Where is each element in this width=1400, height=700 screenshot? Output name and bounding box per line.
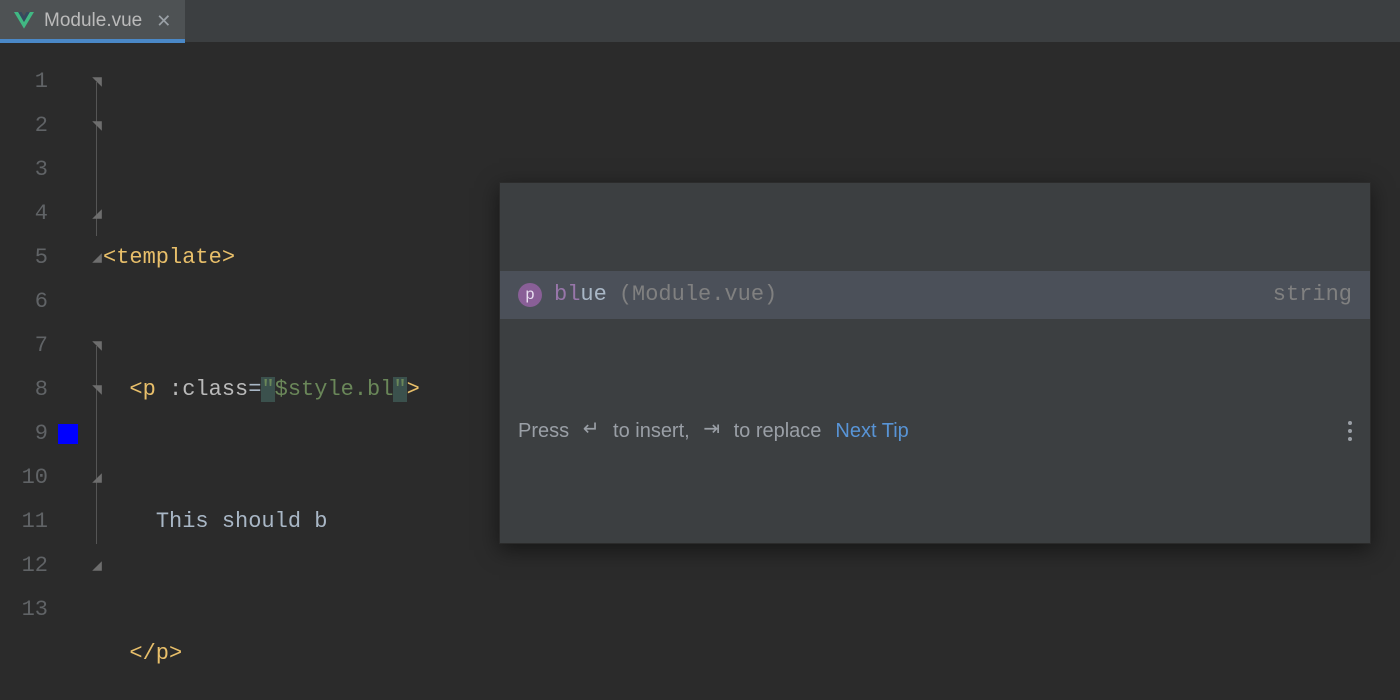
tab-bar: Module.vue ✕ (0, 0, 1400, 42)
completion-name: blue (554, 273, 607, 317)
tab-filename: Module.vue (44, 10, 142, 32)
fold-close-icon[interactable] (91, 208, 103, 220)
code-content[interactable]: <template> <p :class="$style.bl"> This s… (103, 42, 1400, 700)
completion-hint-bar: Press ↵ to insert, ⇥ to replace Next Tip (500, 407, 1370, 455)
fold-close-icon[interactable] (91, 560, 103, 572)
fold-close-icon[interactable] (91, 472, 103, 484)
fold-open-icon[interactable] (91, 120, 103, 132)
close-icon[interactable]: ✕ (156, 11, 171, 32)
more-options-icon[interactable] (1348, 421, 1352, 441)
color-swatch[interactable] (58, 424, 78, 444)
property-icon: p (518, 283, 542, 307)
completion-item[interactable]: p blue (Module.vue) string (500, 271, 1370, 319)
current-line-highlight (0, 86, 1400, 130)
fold-gutter (48, 42, 103, 700)
fold-open-icon[interactable] (91, 76, 103, 88)
vue-file-icon (14, 12, 34, 30)
fold-close-icon[interactable] (91, 252, 103, 264)
fold-open-icon[interactable] (91, 340, 103, 352)
code-editor[interactable]: 1 2 3 4 5 6 7 8 9 10 11 12 13 <template>… (0, 42, 1400, 700)
completion-popup: p blue (Module.vue) string Press ↵ to in… (499, 182, 1371, 544)
fold-open-icon[interactable] (91, 384, 103, 396)
completion-type: string (1273, 273, 1352, 317)
editor-tab[interactable]: Module.vue ✕ (0, 0, 185, 42)
next-tip-link[interactable]: Next Tip (835, 409, 908, 453)
line-number-gutter: 1 2 3 4 5 6 7 8 9 10 11 12 13 (0, 42, 48, 700)
completion-origin: (Module.vue) (619, 273, 777, 317)
